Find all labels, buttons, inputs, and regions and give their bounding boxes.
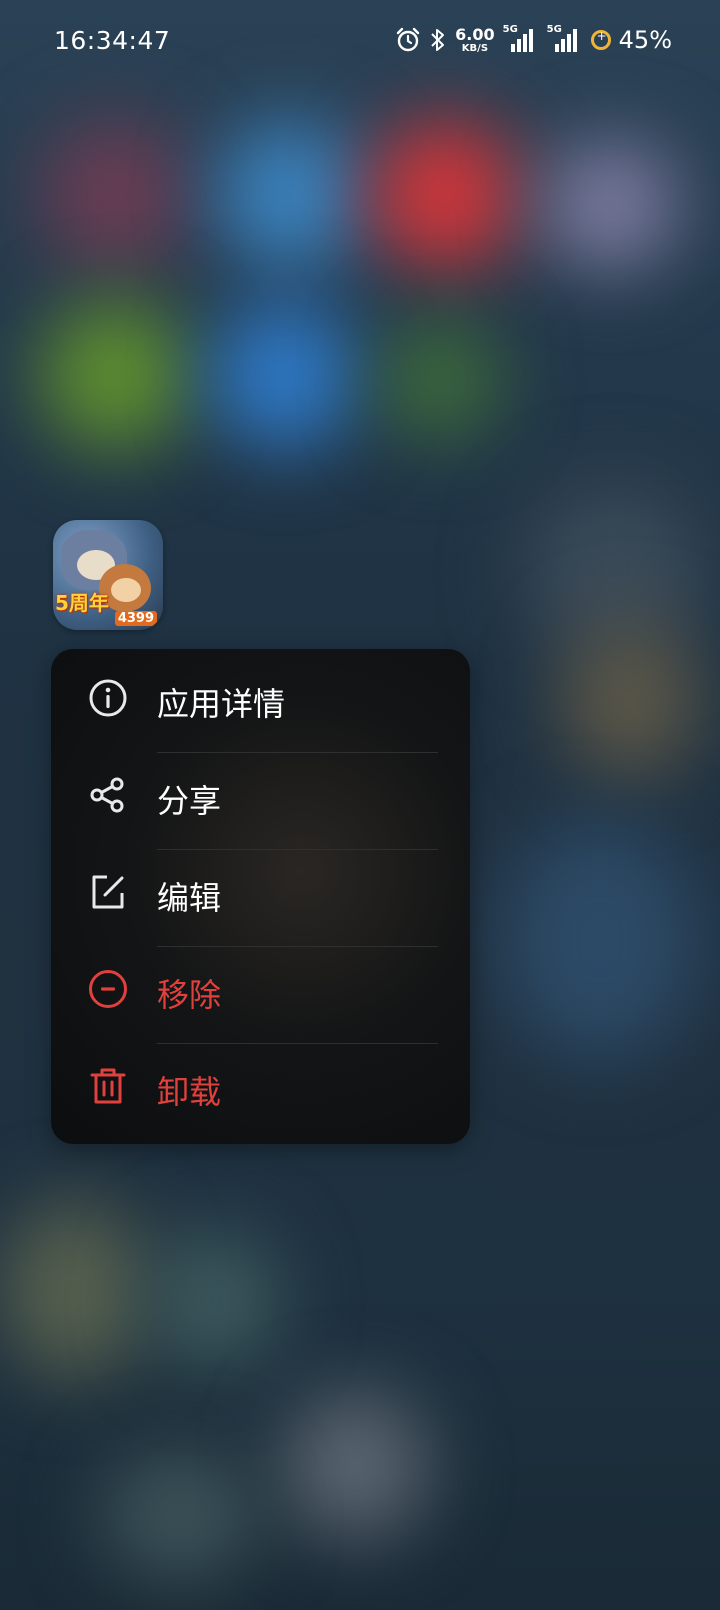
battery-percent: 45%	[618, 26, 672, 54]
blurred-app-icon	[210, 300, 360, 450]
blurred-app-icon	[370, 120, 520, 270]
network-speed-unit: KB/S	[461, 42, 489, 54]
battery-charging-icon	[590, 29, 611, 50]
menu-item-app-details[interactable]: 应用详情	[51, 649, 470, 746]
signal-icon: 5G	[503, 24, 539, 52]
blurred-shape	[150, 1230, 280, 1370]
blurred-app-icon	[540, 140, 680, 270]
app-icon-tom-and-jerry[interactable]: 5周年 4399	[53, 520, 163, 630]
alarm-icon	[396, 27, 420, 52]
remove-icon	[89, 970, 127, 1008]
info-icon	[89, 679, 127, 717]
network-speed-value: 6.00	[455, 24, 495, 44]
blurred-shape	[100, 1450, 260, 1580]
trash-icon	[90, 1068, 126, 1104]
menu-item-edit[interactable]: 编辑	[51, 843, 470, 940]
blurred-app-icon	[40, 300, 190, 450]
menu-item-remove[interactable]: 移除	[51, 940, 470, 1037]
menu-item-label: 编辑	[157, 879, 222, 917]
blurred-shape	[0, 1200, 150, 1380]
app-context-menu: 应用详情 分享 编辑 移除 卸载	[51, 649, 470, 1144]
share-icon	[90, 777, 124, 813]
blurred-shape	[280, 1390, 430, 1540]
menu-item-label: 应用详情	[157, 685, 286, 723]
blurred-app-icon	[40, 120, 190, 270]
app-icon-badge: 5周年	[55, 591, 109, 615]
menu-item-label: 移除	[157, 976, 222, 1014]
edit-icon	[92, 875, 124, 909]
status-icons: 6.00 KB/S 5G 5G 45%	[395, 24, 672, 54]
blurred-shape	[560, 620, 700, 780]
app-icon-brand: 4399	[114, 611, 157, 626]
blurred-shape	[500, 820, 700, 1060]
status-time: 16:34:47	[54, 26, 171, 55]
app-icon-art	[111, 578, 141, 602]
signal-type-label: 5G	[546, 24, 562, 35]
signal-type-label: 5G	[502, 24, 518, 35]
blurred-app-icon	[215, 120, 365, 270]
menu-item-uninstall[interactable]: 卸载	[51, 1037, 470, 1134]
menu-item-label: 卸载	[157, 1073, 222, 1111]
status-bar: 16:34:47 6.00 KB/S 5G 5G 45%	[0, 0, 720, 86]
menu-item-label: 分享	[157, 782, 222, 820]
network-speed: 6.00 KB/S	[455, 24, 495, 54]
blurred-app-icon	[380, 320, 500, 440]
bluetooth-icon	[431, 29, 445, 51]
menu-item-share[interactable]: 分享	[51, 746, 470, 843]
signal-icon: 5G	[547, 24, 583, 52]
